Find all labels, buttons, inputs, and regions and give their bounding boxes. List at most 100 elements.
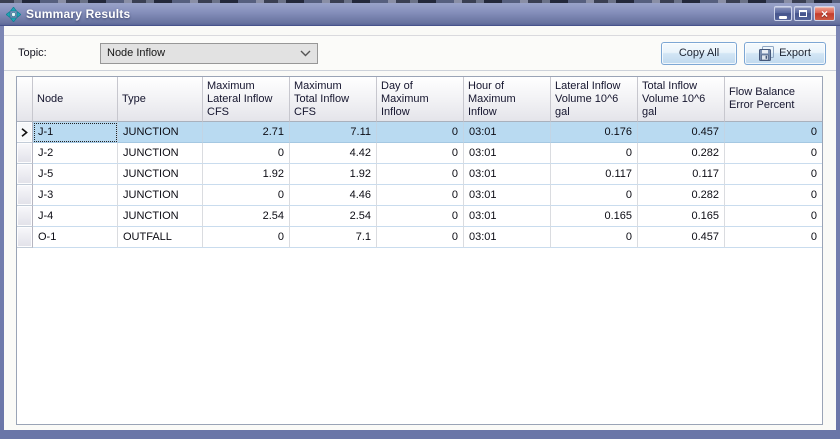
cell[interactable]: J-2 [33, 143, 118, 164]
cell[interactable]: 4.46 [290, 185, 377, 206]
cell[interactable]: J-5 [33, 164, 118, 185]
cell[interactable]: 0.165 [638, 206, 725, 227]
cell[interactable]: 0 [377, 206, 464, 227]
cell[interactable]: 0 [203, 227, 290, 248]
cell[interactable]: 0 [725, 143, 822, 164]
row-indicator[interactable] [17, 122, 33, 143]
window-title: Summary Results [26, 7, 131, 21]
minimize-icon [779, 15, 787, 19]
cell[interactable]: 4.42 [290, 143, 377, 164]
row-indicator[interactable] [17, 143, 33, 164]
cell[interactable]: 0 [377, 143, 464, 164]
cell[interactable]: J-1 [33, 122, 118, 143]
cell[interactable]: 0 [551, 227, 638, 248]
table-row[interactable]: J-2 JUNCTION 0 4.42 0 03:01 0 0.282 0 [17, 143, 822, 164]
table-row[interactable]: J-1 JUNCTION 2.71 7.11 0 03:01 0.176 0.4… [17, 122, 822, 143]
cell[interactable]: 0 [203, 185, 290, 206]
cell[interactable]: 1.92 [203, 164, 290, 185]
table-header-row: Node Type Maximum Lateral Inflow CFS Max… [17, 77, 822, 122]
column-header-flow-balance-error[interactable]: Flow Balance Error Percent [725, 77, 822, 122]
summary-results-window: Summary Results × Topic: Node Inflow Cop… [0, 3, 840, 439]
cell[interactable]: 0 [725, 185, 822, 206]
cell[interactable]: JUNCTION [118, 122, 203, 143]
cell[interactable]: 0 [551, 185, 638, 206]
cell[interactable]: 03:01 [464, 164, 551, 185]
row-indicator[interactable] [17, 164, 33, 185]
cell[interactable]: 0 [725, 206, 822, 227]
column-header-lateral-inflow-volume[interactable]: Lateral Inflow Volume 10^6 gal [551, 77, 638, 122]
column-header-max-total-inflow[interactable]: Maximum Total Inflow CFS [290, 77, 377, 122]
floppy-disk-icon [759, 45, 775, 61]
export-label: Export [779, 47, 811, 59]
results-table: Node Type Maximum Lateral Inflow CFS Max… [16, 76, 823, 425]
column-header-node[interactable]: Node [33, 77, 118, 122]
window-frame: Topic: Node Inflow Copy All Export Node … [0, 26, 840, 439]
cell[interactable]: 0 [551, 143, 638, 164]
cell[interactable]: 2.54 [203, 206, 290, 227]
cell[interactable]: 0 [377, 185, 464, 206]
topic-dropdown[interactable]: Node Inflow [100, 42, 318, 64]
cell[interactable]: 0.176 [551, 122, 638, 143]
cell[interactable]: JUNCTION [118, 185, 203, 206]
maximize-icon [799, 10, 807, 17]
maximize-button[interactable] [794, 6, 812, 21]
copy-all-button[interactable]: Copy All [661, 41, 737, 65]
cell[interactable]: 0 [377, 164, 464, 185]
row-indicator[interactable] [17, 206, 33, 227]
screen: Summary Results × Topic: Node Inflow Cop… [0, 0, 840, 439]
header-row-indicator [17, 77, 33, 122]
cell[interactable]: 0.282 [638, 143, 725, 164]
topic-dropdown-value: Node Inflow [107, 47, 166, 59]
cell[interactable]: 0.282 [638, 185, 725, 206]
cell[interactable]: JUNCTION [118, 143, 203, 164]
cell[interactable]: 2.71 [203, 122, 290, 143]
chevron-down-icon [300, 50, 311, 56]
column-header-total-inflow-volume[interactable]: Total Inflow Volume 10^6 gal [638, 77, 725, 122]
cell[interactable]: 0 [725, 122, 822, 143]
table-row[interactable]: J-3 JUNCTION 0 4.46 0 03:01 0 0.282 0 [17, 185, 822, 206]
cell[interactable]: 0.457 [638, 227, 725, 248]
window-controls: × [774, 6, 835, 21]
cell[interactable]: J-3 [33, 185, 118, 206]
cell[interactable]: JUNCTION [118, 164, 203, 185]
export-button[interactable]: Export [744, 41, 826, 65]
cell[interactable]: 0 [377, 122, 464, 143]
row-indicator[interactable] [17, 185, 33, 206]
cell[interactable]: 0 [725, 227, 822, 248]
cell[interactable]: 1.92 [290, 164, 377, 185]
toolbar: Topic: Node Inflow Copy All Export [4, 35, 836, 71]
column-header-max-lateral-inflow[interactable]: Maximum Lateral Inflow CFS [203, 77, 290, 122]
row-indicator[interactable] [17, 227, 33, 248]
cell[interactable]: 03:01 [464, 143, 551, 164]
cell[interactable]: 2.54 [290, 206, 377, 227]
copy-all-label: Copy All [678, 47, 720, 59]
topic-label: Topic: [18, 47, 47, 59]
cell[interactable]: JUNCTION [118, 206, 203, 227]
minimize-button[interactable] [774, 6, 792, 21]
close-button[interactable]: × [814, 6, 835, 21]
right-arrow-icon [21, 127, 28, 137]
cell[interactable]: 03:01 [464, 122, 551, 143]
column-header-day-of-max-inflow[interactable]: Day of Maximum Inflow [377, 77, 464, 122]
cell[interactable]: 0.117 [551, 164, 638, 185]
cell[interactable]: 0.165 [551, 206, 638, 227]
table-row[interactable]: O-1 OUTFALL 0 7.1 0 03:01 0 0.457 0 [17, 227, 822, 248]
cell[interactable]: J-4 [33, 206, 118, 227]
cell[interactable]: 03:01 [464, 227, 551, 248]
column-header-type[interactable]: Type [118, 77, 203, 122]
cell[interactable]: 03:01 [464, 206, 551, 227]
cell[interactable]: 7.1 [290, 227, 377, 248]
cell[interactable]: 0.117 [638, 164, 725, 185]
cell[interactable]: 0.457 [638, 122, 725, 143]
table-row[interactable]: J-5 JUNCTION 1.92 1.92 0 03:01 0.117 0.1… [17, 164, 822, 185]
cell[interactable]: 7.11 [290, 122, 377, 143]
cell[interactable]: OUTFALL [118, 227, 203, 248]
cell[interactable]: 0 [203, 143, 290, 164]
table-row[interactable]: J-4 JUNCTION 2.54 2.54 0 03:01 0.165 0.1… [17, 206, 822, 227]
cell[interactable]: O-1 [33, 227, 118, 248]
column-header-hour-of-max-inflow[interactable]: Hour of Maximum Inflow [464, 77, 551, 122]
cell[interactable]: 0 [377, 227, 464, 248]
titlebar[interactable]: Summary Results × [0, 3, 840, 26]
cell[interactable]: 03:01 [464, 185, 551, 206]
cell[interactable]: 0 [725, 164, 822, 185]
